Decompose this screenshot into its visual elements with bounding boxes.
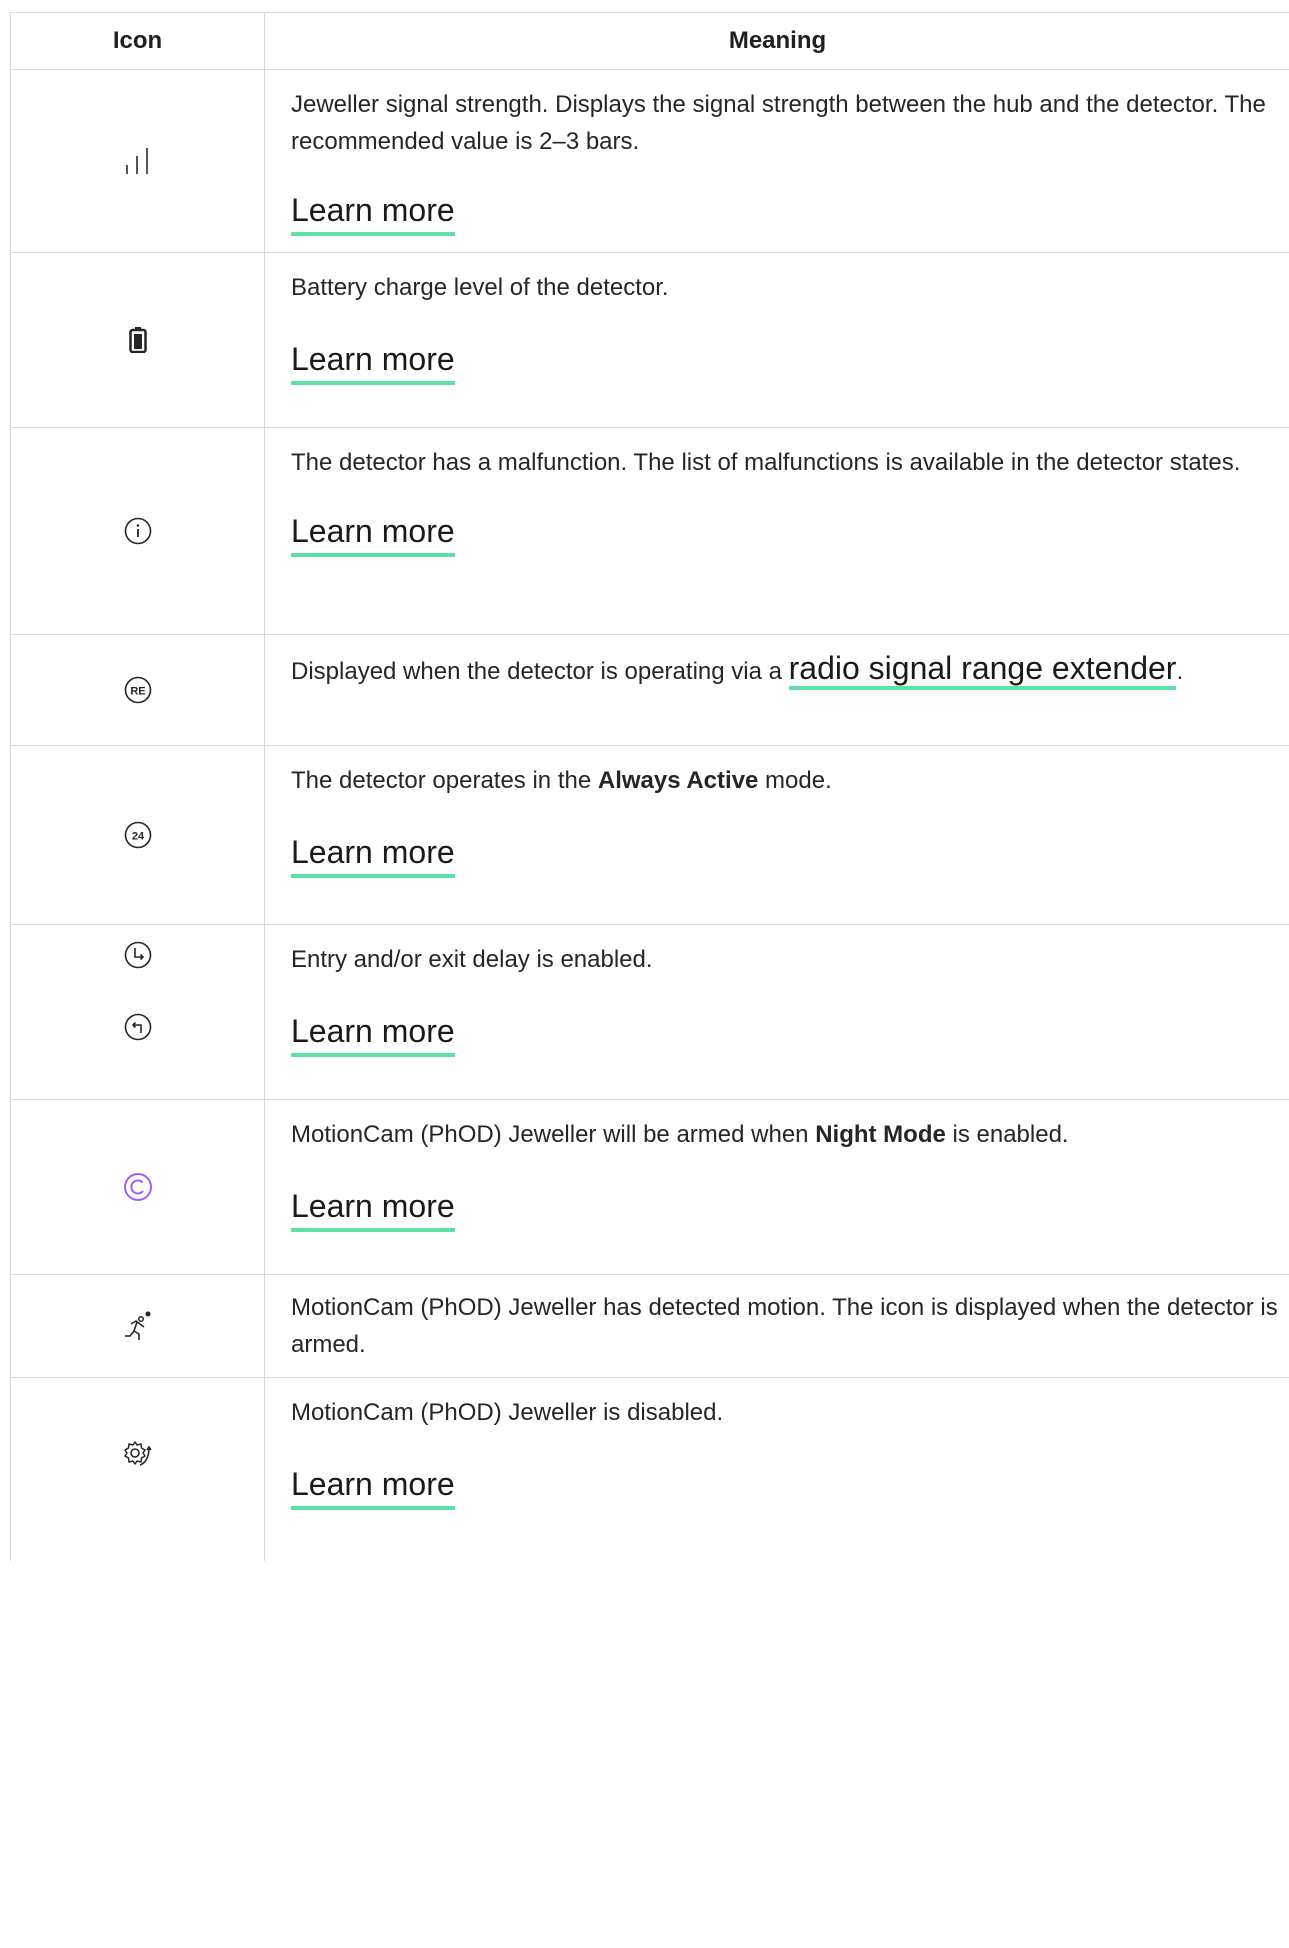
description-text-end: mode.	[758, 767, 832, 794]
header-icon-cell: Icon	[11, 13, 265, 69]
row-description: Battery charge level of the detector.	[291, 274, 669, 301]
icon-cell: RE	[11, 635, 265, 745]
svg-text:RE: RE	[130, 686, 145, 698]
svg-text:24: 24	[131, 831, 144, 843]
row-description: The detector has a malfunction. The list…	[291, 449, 1241, 476]
learn-more-link[interactable]: Learn more	[291, 511, 455, 557]
learn-more-link[interactable]: Learn more	[291, 1186, 455, 1232]
row-description: Entry and/or exit delay is enabled.	[291, 946, 653, 973]
row-description: MotionCam (PhOD) Jeweller will be armed …	[291, 1116, 1289, 1153]
table-row: MotionCam (PhOD) Jeweller is disabled. L…	[11, 1378, 1289, 1561]
row-description: The detector operates in the Always Acti…	[291, 762, 1289, 799]
entry-delay-icon	[124, 941, 151, 969]
header-icon-label: Icon	[112, 27, 163, 54]
meaning-cell: MotionCam (PhOD) Jeweller will be armed …	[265, 1100, 1289, 1274]
range-extender-link[interactable]: radio signal range extender	[788, 650, 1177, 690]
night-mode-icon	[123, 1173, 152, 1201]
meaning-cell: The detector has a malfunction. The list…	[265, 428, 1289, 634]
description-text-end: .	[1176, 658, 1184, 685]
row-description: MotionCam (PhOD) Jeweller is disabled.	[291, 1399, 724, 1426]
table-row: MotionCam (PhOD) Jeweller will be armed …	[11, 1100, 1289, 1275]
description-text-end: is enabled.	[945, 1121, 1069, 1148]
table-row: 24 The detector operates in the Always A…	[11, 746, 1289, 925]
header-meaning-label: Meaning	[728, 27, 827, 54]
icon-cell	[11, 1100, 265, 1274]
always-active-icon: 24	[124, 821, 151, 849]
icons-table: Icon Meaning Jeweller signal strength. D…	[10, 12, 1289, 1561]
learn-more-link[interactable]: Learn more	[291, 339, 455, 385]
info-icon	[124, 517, 151, 545]
table-header-row: Icon Meaning	[11, 13, 1289, 70]
table-row: Entry and/or exit delay is enabled. Lear…	[11, 925, 1289, 1100]
icon-cell	[11, 1275, 265, 1377]
learn-more-link[interactable]: Learn more	[291, 190, 455, 236]
meaning-cell: MotionCam (PhOD) Jeweller is disabled. L…	[265, 1378, 1289, 1561]
icon-cell	[11, 1378, 265, 1561]
row-description: Jeweller signal strength. Displays the s…	[291, 91, 1266, 155]
exit-delay-icon	[124, 1013, 151, 1041]
learn-more-link[interactable]: Learn more	[291, 832, 455, 878]
signal-strength-icon	[125, 148, 148, 174]
learn-more-link[interactable]: Learn more	[291, 1464, 455, 1510]
motion-detected-icon	[124, 1311, 150, 1340]
icon-cell: 24	[11, 746, 265, 924]
meaning-cell: Entry and/or exit delay is enabled. Lear…	[265, 925, 1289, 1099]
description-text: MotionCam (PhOD) Jeweller will be armed …	[291, 1121, 816, 1148]
table-row: Jeweller signal strength. Displays the s…	[11, 70, 1289, 253]
row-description: MotionCam (PhOD) Jeweller has detected m…	[291, 1294, 1278, 1358]
table-row: The detector has a malfunction. The list…	[11, 428, 1289, 635]
description-text: The detector operates in the	[291, 767, 598, 794]
range-extender-icon: RE	[124, 676, 151, 704]
header-meaning-cell: Meaning	[265, 13, 1289, 69]
always-active-label: Always Active	[597, 767, 759, 794]
table-row: MotionCam (PhOD) Jeweller has detected m…	[11, 1275, 1289, 1378]
meaning-cell: MotionCam (PhOD) Jeweller has detected m…	[265, 1275, 1289, 1377]
row-description: Displayed when the detector is operating…	[291, 645, 1289, 695]
meaning-cell: Jeweller signal strength. Displays the s…	[265, 70, 1289, 252]
disabled-gear-icon	[123, 1441, 152, 1466]
night-mode-label: Night Mode	[815, 1121, 946, 1148]
meaning-cell: Displayed when the detector is operating…	[265, 635, 1289, 745]
meaning-cell: Battery charge level of the detector. Le…	[265, 253, 1289, 427]
meaning-cell: The detector operates in the Always Acti…	[265, 746, 1289, 924]
table-row: RE Displayed when the detector is operat…	[11, 635, 1289, 746]
table-row: Battery charge level of the detector. Le…	[11, 253, 1289, 428]
icon-cell	[11, 70, 265, 252]
learn-more-link[interactable]: Learn more	[291, 1011, 455, 1057]
description-text: Displayed when the detector is operating…	[291, 658, 789, 685]
icon-cell	[11, 428, 265, 634]
battery-icon	[128, 327, 147, 353]
icon-cell	[11, 925, 265, 1099]
icon-cell	[11, 253, 265, 427]
